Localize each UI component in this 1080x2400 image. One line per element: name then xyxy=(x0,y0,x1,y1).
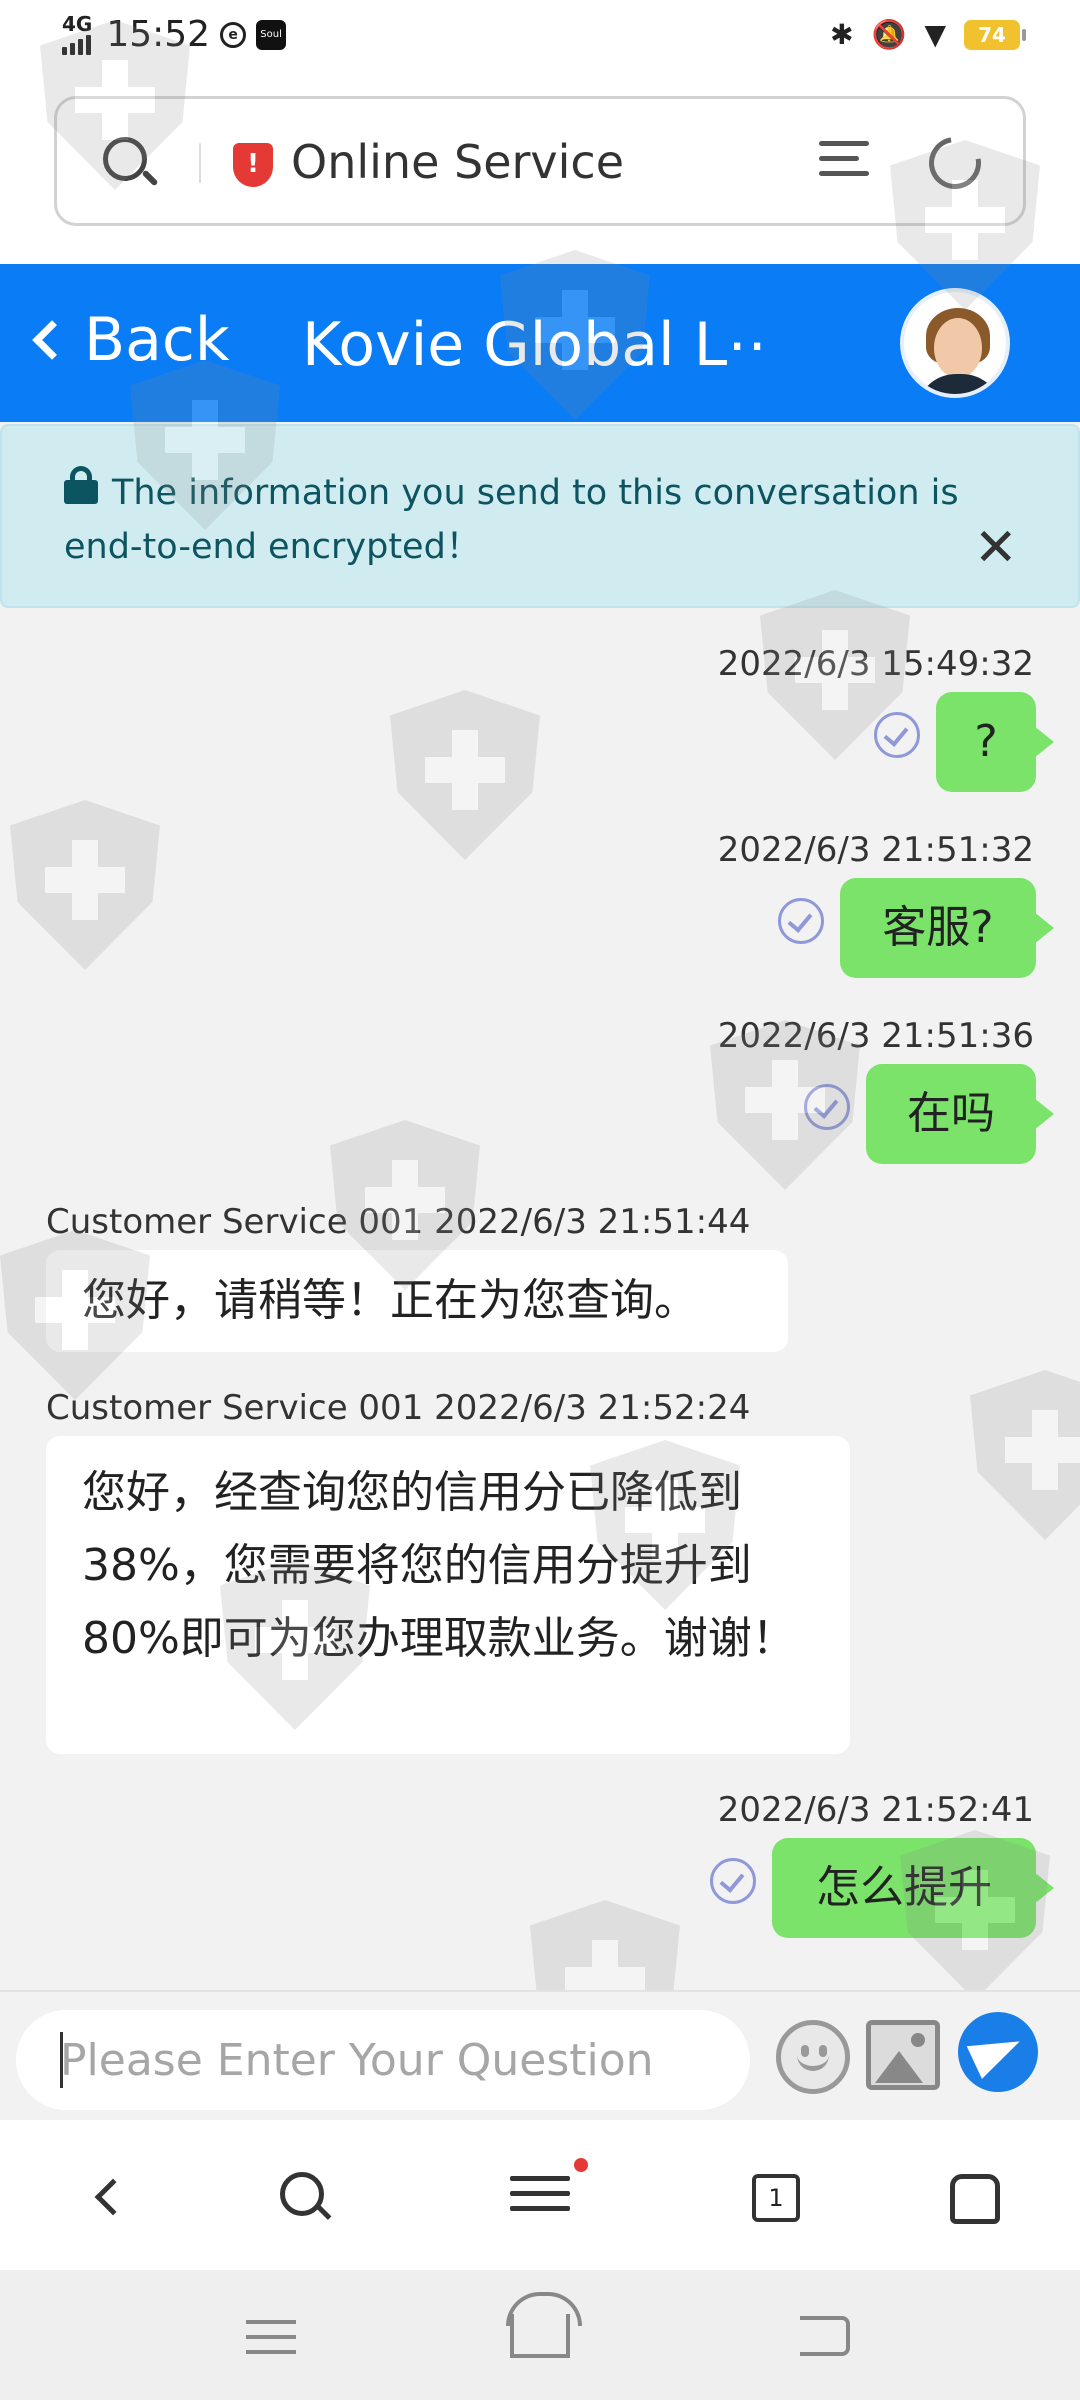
outgoing-message[interactable]: 客服? xyxy=(840,878,1054,978)
read-check-icon xyxy=(710,1858,756,1904)
reload-icon[interactable] xyxy=(918,126,992,200)
network-label: 4G xyxy=(62,11,93,36)
sender-timestamp: Customer Service 001 2022/6/3 21:52:24 xyxy=(46,1388,751,1428)
chevron-left-icon xyxy=(32,320,72,360)
back-icon[interactable] xyxy=(80,2168,140,2228)
home-icon[interactable] xyxy=(510,2314,570,2358)
send-icon xyxy=(966,2025,1028,2079)
notification-dot xyxy=(574,2158,588,2172)
url-bar[interactable]: ! Online Service xyxy=(54,96,1026,226)
mute-icon: 🔕 xyxy=(871,18,907,51)
browser-toolbar: 1 xyxy=(0,2120,1080,2270)
shield-icon[interactable]: ! xyxy=(233,143,273,187)
read-check-icon xyxy=(874,712,920,758)
swirl-icon: e xyxy=(220,21,247,48)
watermark-shield-icon xyxy=(10,800,160,970)
wifi-icon: ▼ xyxy=(924,18,946,51)
status-bar: 4G 15:52 e Soul ✱ 🔕 ▼ 74 xyxy=(0,0,1080,84)
system-nav-bar xyxy=(0,2270,1080,2400)
network-indicator: 4G xyxy=(62,11,93,55)
back-button[interactable]: Back xyxy=(28,300,230,380)
avatar[interactable] xyxy=(900,288,1010,398)
search-icon[interactable] xyxy=(103,137,159,189)
back-icon[interactable] xyxy=(800,2316,850,2356)
chat-header: Back Kovie Global L⋯ xyxy=(0,264,1080,422)
url-divider xyxy=(199,143,201,183)
status-right: ✱ 🔕 ▼ 74 xyxy=(830,18,1026,51)
watermark-shield-icon xyxy=(970,1370,1080,1540)
soul-app-icon: Soul xyxy=(256,19,287,50)
home-icon[interactable] xyxy=(950,2174,1000,2224)
battery-icon: 74 xyxy=(964,20,1026,50)
tabs-icon[interactable]: 1 xyxy=(752,2174,800,2222)
watermark-shield-icon xyxy=(390,690,540,860)
close-icon[interactable]: ✕ xyxy=(974,522,1018,574)
send-button[interactable] xyxy=(958,2012,1038,2092)
search-icon[interactable] xyxy=(276,2168,336,2228)
recents-icon[interactable] xyxy=(246,2320,296,2365)
status-left: 4G 15:52 e Soul xyxy=(62,11,287,55)
sender-timestamp: Customer Service 001 2022/6/3 21:51:44 xyxy=(46,1202,751,1242)
message-input-bar xyxy=(0,1990,1080,2120)
read-check-icon xyxy=(778,898,824,944)
question-input[interactable] xyxy=(16,2010,750,2110)
message-timestamp: 2022/6/3 21:51:32 xyxy=(717,830,1034,870)
incoming-message[interactable]: 您好，请稍等！正在为您查询。 xyxy=(46,1250,788,1352)
read-check-icon xyxy=(804,1084,850,1130)
menu-icon[interactable] xyxy=(510,2168,570,2228)
outgoing-message[interactable]: ? xyxy=(936,692,1054,792)
chat-title: Kovie Global L⋯ xyxy=(302,310,772,380)
notice-text: The information you send to this convers… xyxy=(64,473,959,567)
signal-icon xyxy=(62,33,91,55)
incoming-message[interactable]: 您好，经查询您的信用分已降低到38%，您需要将您的信用分提升到80%即可为您办理… xyxy=(46,1436,850,1754)
status-time: 15:52 xyxy=(106,14,211,55)
back-label: Back xyxy=(84,305,230,375)
text-caret xyxy=(60,2032,63,2088)
image-icon[interactable] xyxy=(866,2020,940,2090)
message-timestamp: 2022/6/3 15:49:32 xyxy=(717,644,1034,684)
page-title[interactable]: Online Service xyxy=(291,135,624,189)
emoji-icon[interactable] xyxy=(776,2020,850,2094)
message-timestamp: 2022/6/3 21:51:36 xyxy=(717,1016,1034,1056)
outgoing-message[interactable]: 在吗 xyxy=(866,1064,1054,1164)
menu-lines-icon[interactable] xyxy=(819,141,869,185)
encryption-notice: The information you send to this convers… xyxy=(0,424,1080,608)
bluetooth-icon: ✱ xyxy=(830,18,854,51)
outgoing-message[interactable]: 怎么提升 xyxy=(772,1838,1054,1938)
message-timestamp: 2022/6/3 21:52:41 xyxy=(717,1790,1034,1830)
